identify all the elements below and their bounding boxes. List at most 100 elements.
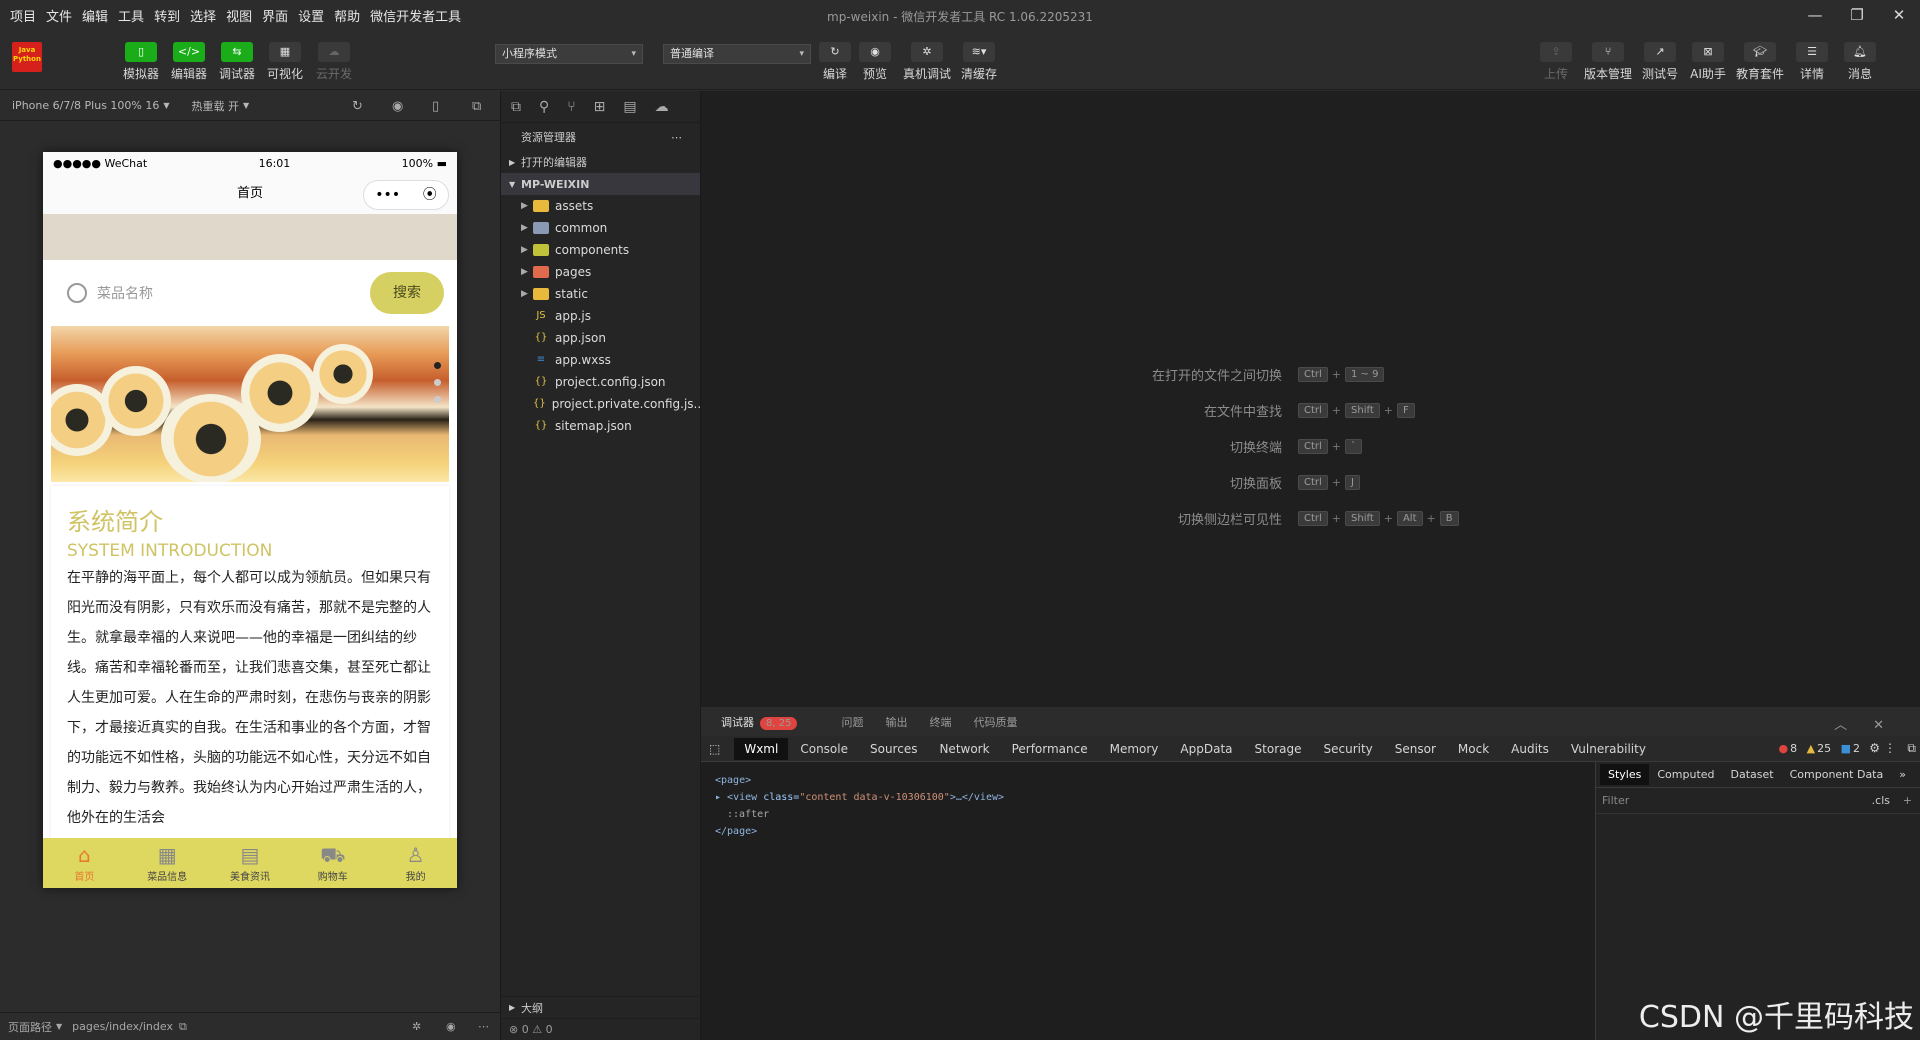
tab-computed[interactable]: Computed (1657, 768, 1714, 781)
devtools-tab-vulnerability[interactable]: Vulnerability (1571, 742, 1646, 756)
more-icon[interactable]: ⋮ (1884, 741, 1896, 755)
dom-node-after[interactable]: ::after (715, 806, 1004, 823)
inspect-icon[interactable]: ⬚ (709, 742, 720, 756)
devtools-tab-console[interactable]: Console (800, 742, 848, 756)
tab-styles[interactable]: Styles (1600, 764, 1650, 785)
devtools-tab-memory[interactable]: Memory (1110, 742, 1159, 756)
folder-item[interactable]: ▶ static (501, 283, 700, 305)
mode-select[interactable]: 小程序模式 (495, 44, 643, 64)
menu-item-help[interactable]: 帮助 (334, 6, 360, 25)
filter-input[interactable]: Filter (1602, 794, 1629, 807)
upload-button[interactable]: ⇪ 上传 (1536, 42, 1576, 82)
tab-component-data[interactable]: Component Data (1790, 768, 1884, 781)
extensions-icon[interactable]: ⊞ (594, 99, 606, 115)
visual-button[interactable]: ▦ 可视化 (265, 42, 305, 82)
devtools-tab-performance[interactable]: Performance (1012, 742, 1088, 756)
menu-item-file[interactable]: 文件 (46, 6, 72, 25)
tab-home[interactable]: ⌂ 首页 (43, 838, 126, 888)
device-select[interactable]: iPhone 6/7/8 Plus 100% 16 (12, 99, 159, 112)
devtools-tab-network[interactable]: Network (939, 742, 989, 756)
devtools-tab-appdata[interactable]: AppData (1180, 742, 1232, 756)
devtools-tab-storage[interactable]: Storage (1255, 742, 1302, 756)
close-circle-icon[interactable]: ⦿ (423, 180, 437, 210)
dom-node-view[interactable]: ▸ <view class="content data-v-10306100">… (715, 789, 1004, 806)
tab-cart[interactable]: ⛟ 购物车 (291, 838, 374, 888)
clear-cache-button[interactable]: ≋▾ 清缓存 (959, 42, 999, 82)
carousel-dot[interactable] (434, 379, 441, 386)
devtools-tab-wxml[interactable]: Wxml (734, 737, 789, 760)
tab-debugger[interactable]: 调试器 8, 25 (721, 714, 819, 730)
popout-icon[interactable]: ⧉ (472, 99, 481, 114)
menu-item-interface[interactable]: 界面 (262, 6, 288, 25)
menu-item-project[interactable]: 项目 (10, 6, 36, 25)
devtools-tab-security[interactable]: Security (1323, 742, 1372, 756)
carousel-dot[interactable] (434, 396, 441, 403)
simulator-button[interactable]: ▯ 模拟器 (121, 42, 161, 82)
ai-assistant-button[interactable]: ⊠ AI助手 (1688, 42, 1728, 82)
menu-item-edit[interactable]: 编辑 (82, 6, 108, 25)
test-account-button[interactable]: ↗ 测试号 (1640, 42, 1680, 82)
folder-item[interactable]: ▶ components (501, 239, 700, 261)
tab-code-quality[interactable]: 代码质量 (973, 714, 1017, 730)
folder-item[interactable]: ▶ pages (501, 261, 700, 283)
menu-item-devtools[interactable]: 微信开发者工具 (370, 6, 461, 25)
gear-icon[interactable]: ⚙ (1869, 741, 1880, 755)
more-icon[interactable]: ⋯ (671, 131, 682, 144)
plus-icon[interactable]: + (1903, 794, 1912, 807)
devtools-tab-mock[interactable]: Mock (1458, 742, 1489, 756)
dom-node-page[interactable]: <page> (715, 772, 1004, 789)
chevron-right-icon[interactable]: » (1899, 768, 1906, 781)
menu-item-view[interactable]: 视图 (226, 6, 252, 25)
devtools-tab-audits[interactable]: Audits (1511, 742, 1549, 756)
preview-button[interactable]: ◉ 预览 (855, 42, 895, 82)
reload-icon[interactable]: ↻ (352, 99, 363, 114)
menu-item-settings[interactable]: 设置 (298, 6, 324, 25)
more-icon[interactable]: ⋯ (478, 1020, 489, 1033)
tab-mine[interactable]: ♙ 我的 (374, 838, 457, 888)
editor-button[interactable]: </> 编辑器 (169, 42, 209, 82)
compile-select[interactable]: 普通编译 (663, 44, 811, 64)
devtools-tab-sensor[interactable]: Sensor (1395, 742, 1436, 756)
details-button[interactable]: ☰ 详情 (1792, 42, 1832, 82)
menu-item-tools[interactable]: 工具 (118, 6, 144, 25)
tab-news[interactable]: ▤ 美食资讯 (209, 838, 292, 888)
education-button[interactable]: 🎓︎ 教育套件 (1736, 42, 1784, 82)
close-icon[interactable]: ✕ (1873, 718, 1884, 733)
debugger-button[interactable]: ⇆ 调试器 (217, 42, 257, 82)
copy-icon[interactable]: ⧉ (179, 1020, 187, 1034)
tab-output[interactable]: 输出 (885, 714, 907, 730)
cloud-icon[interactable]: ☁ (655, 99, 669, 115)
stop-icon[interactable]: ◉ (392, 99, 403, 114)
files-icon[interactable]: ⧉ (511, 99, 521, 115)
file-item[interactable]: {} app.json (501, 327, 700, 349)
hotreload-toggle[interactable]: 热重载 开 (192, 98, 240, 114)
search-button[interactable]: 搜索 (370, 272, 444, 314)
cloud-button[interactable]: ☁ 云开发 (314, 42, 354, 82)
messages-button[interactable]: 🔔︎ 消息 (1840, 42, 1880, 82)
file-item[interactable]: {} project.private.config.js... (501, 393, 705, 415)
file-item[interactable]: {} sitemap.json (501, 415, 700, 437)
file-item[interactable]: JS app.js (501, 305, 700, 327)
problems-status[interactable]: ⊗ 0 ⚠ 0 (501, 1018, 700, 1040)
search-icon[interactable]: ⚲ (539, 99, 549, 115)
menu-item-select[interactable]: 选择 (190, 6, 216, 25)
remote-debug-button[interactable]: ✲ 真机调试 (903, 42, 951, 82)
file-item[interactable]: ≡ app.wxss (501, 349, 700, 371)
devtools-tab-sources[interactable]: Sources (870, 742, 917, 756)
tab-terminal[interactable]: 终端 (929, 714, 951, 730)
tab-dataset[interactable]: Dataset (1731, 768, 1774, 781)
phone-icon[interactable]: ▯ (432, 99, 439, 114)
carousel-dot[interactable] (434, 362, 441, 369)
bug-icon[interactable]: ✲ (412, 1020, 421, 1033)
file-item[interactable]: {} project.config.json (501, 371, 700, 393)
banner-image[interactable] (51, 326, 449, 482)
folder-item[interactable]: ▶ common (501, 217, 700, 239)
version-button[interactable]: ⑂ 版本管理 (1584, 42, 1632, 82)
restore-icon[interactable]: ❐ (1836, 0, 1878, 30)
more-icon[interactable]: ••• (375, 180, 400, 210)
search-input[interactable]: 菜品名称 (97, 283, 153, 303)
outline-section[interactable]: ▶ 大纲 (501, 996, 700, 1018)
branch-icon[interactable]: ⑂ (567, 99, 575, 115)
open-editors-section[interactable]: ▶ 打开的编辑器 (501, 151, 700, 173)
menu-item-goto[interactable]: 转到 (154, 6, 180, 25)
